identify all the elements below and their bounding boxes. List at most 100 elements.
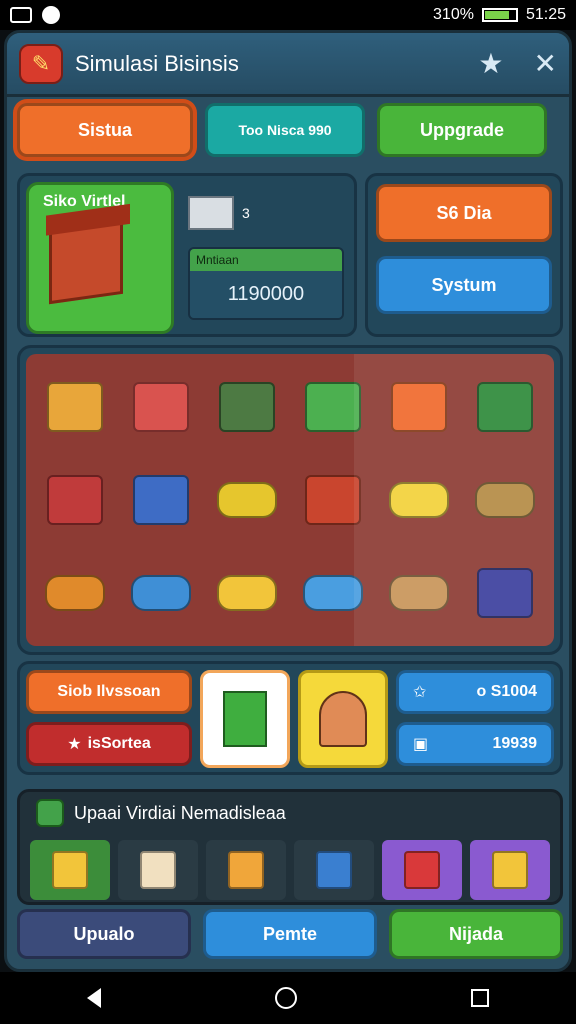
middle-controls: Siob Ilvssoan ★ isSortea ✩ o S1004 ▣ 199… [17, 661, 563, 775]
business-button[interactable]: Siob Ilvssoan [26, 670, 192, 714]
upload-button[interactable]: Upualo [17, 909, 191, 959]
coins-button-label: Too Nisca 990 [238, 122, 332, 138]
green-crate-item-icon [52, 851, 88, 889]
star-icon: ✩ [413, 684, 427, 701]
juice-cup-item-icon [228, 851, 264, 889]
favorite-button-label: isSortea [87, 735, 151, 752]
rainbow-stall-icon [391, 381, 447, 432]
grid-tile[interactable] [464, 362, 546, 451]
food-stand-icon [305, 474, 361, 525]
grid-tile[interactable] [378, 455, 460, 544]
grid-tile[interactable] [292, 455, 374, 544]
shop-card[interactable]: Siko Virtlel [26, 182, 174, 334]
system-button[interactable]: Systum [376, 256, 552, 314]
battery-percent: 310% [433, 6, 474, 23]
vending-machine-icon [133, 474, 189, 525]
close-icon[interactable]: ✕ [534, 47, 557, 80]
app-logo-icon: ✎ [19, 43, 63, 84]
money-stat-value: 1190000 [190, 271, 342, 318]
inventory-panel: Upaai Virdiai Nemadisleaa [17, 789, 563, 905]
grid-tile[interactable] [292, 549, 374, 638]
upgrade-button-label: Uppgrade [419, 119, 504, 140]
grid-tile[interactable] [292, 362, 374, 451]
yellow-cart-icon [217, 481, 277, 518]
juice-cup-item[interactable] [206, 840, 286, 900]
grid-tile[interactable] [378, 549, 460, 638]
items-grid [26, 354, 554, 646]
bottom-buttons: Upualo Pemte Nijada [17, 909, 563, 961]
inventory-title: Upaai Virdiai Nemadisleaa [74, 802, 286, 823]
grid-tile[interactable] [206, 362, 288, 451]
blue-van-icon [131, 575, 191, 612]
coins-button[interactable]: Too Nisca 990 [205, 103, 365, 157]
blue-car-icon [303, 575, 363, 612]
recent-apps-icon[interactable] [471, 989, 489, 1007]
red-machine-item[interactable] [382, 840, 462, 900]
soda-can-item-icon [316, 851, 352, 889]
grid-tile[interactable] [34, 455, 116, 544]
yellow-truck-item-icon [492, 851, 528, 889]
arcade-machine-icon [477, 568, 533, 619]
grid-tile[interactable] [378, 362, 460, 451]
grid-tile[interactable] [120, 549, 202, 638]
grid-tile[interactable] [34, 362, 116, 451]
home-icon[interactable] [275, 987, 297, 1009]
rating-stat[interactable]: ✩ o S1004 [396, 670, 554, 714]
inventory-header: Upaai Virdiai Nemadisleaa [20, 792, 560, 834]
cardboard-box-icon [389, 575, 449, 612]
status-button[interactable]: Sistua [17, 103, 193, 157]
rating-value: o S1004 [476, 683, 537, 700]
status-button-label: Sistua [77, 119, 133, 140]
shop-action-label-1: S6 Dia [436, 202, 492, 223]
android-nav-bar [0, 972, 576, 1024]
shop-actions-panel: S6 Dia Systum [365, 173, 563, 337]
battery-icon [481, 8, 518, 22]
screen-icon [10, 7, 32, 23]
soda-can-item[interactable] [294, 840, 374, 900]
favorite-button[interactable]: ★ isSortea [26, 722, 192, 766]
grid-tile[interactable] [464, 549, 546, 638]
green-machine-icon [477, 381, 533, 432]
green-crate-item[interactable] [30, 840, 110, 900]
business-button-label: Siob Ilvssoan [57, 683, 161, 700]
orange-cart-icon [45, 575, 105, 612]
milkshake-item[interactable] [118, 840, 198, 900]
game-window: ✎ Simulasi Bisinsis ★ ✕ Sistua Too Nisca… [4, 30, 572, 972]
striped-stall-icon [47, 474, 103, 525]
shop-house-icon [49, 219, 123, 305]
worker-icon [319, 691, 367, 747]
cash-stat[interactable]: ▣ 19939 [396, 722, 554, 766]
back-icon[interactable] [87, 988, 101, 1008]
milkshake-item-icon [140, 851, 176, 889]
building-count: 3 [188, 196, 344, 230]
delivery-cart-icon [475, 481, 535, 518]
yellow-van-icon [217, 575, 277, 612]
shop-summary-row: Siko Virtlel 3 Mntiaan 1190000 S6 Dia Sy… [17, 173, 563, 337]
upgrade-button[interactable]: Uppgrade [377, 103, 547, 157]
shop-action-button-1[interactable]: S6 Dia [376, 184, 552, 242]
grid-tile[interactable] [34, 549, 116, 638]
title-bar: ✎ Simulasi Bisinsis ★ ✕ [7, 33, 569, 97]
green-box-card[interactable] [200, 670, 290, 768]
market-stall-red-icon [133, 381, 189, 432]
clock: 51:25 [525, 6, 566, 23]
star-icon[interactable]: ★ [478, 47, 503, 80]
grid-tile[interactable] [120, 455, 202, 544]
red-machine-item-icon [404, 851, 440, 889]
top-action-row: Sistua Too Nisca 990 Uppgrade [17, 103, 563, 165]
sell-button[interactable]: Nijada [389, 909, 563, 959]
grid-tile[interactable] [464, 455, 546, 544]
green-box-icon [223, 691, 267, 747]
grid-tile[interactable] [120, 362, 202, 451]
cash-value: 19939 [492, 735, 538, 752]
notification-icon [42, 6, 60, 24]
star-icon: ★ [67, 736, 82, 753]
money-stat-label: Mntiaan [190, 249, 342, 271]
market-stall-yellow-icon [47, 381, 103, 432]
payment-button[interactable]: Pemte [203, 909, 377, 959]
building-icon [188, 196, 234, 230]
yellow-truck-item[interactable] [470, 840, 550, 900]
grid-tile[interactable] [206, 549, 288, 638]
worker-card[interactable] [298, 670, 388, 768]
grid-tile[interactable] [206, 455, 288, 544]
